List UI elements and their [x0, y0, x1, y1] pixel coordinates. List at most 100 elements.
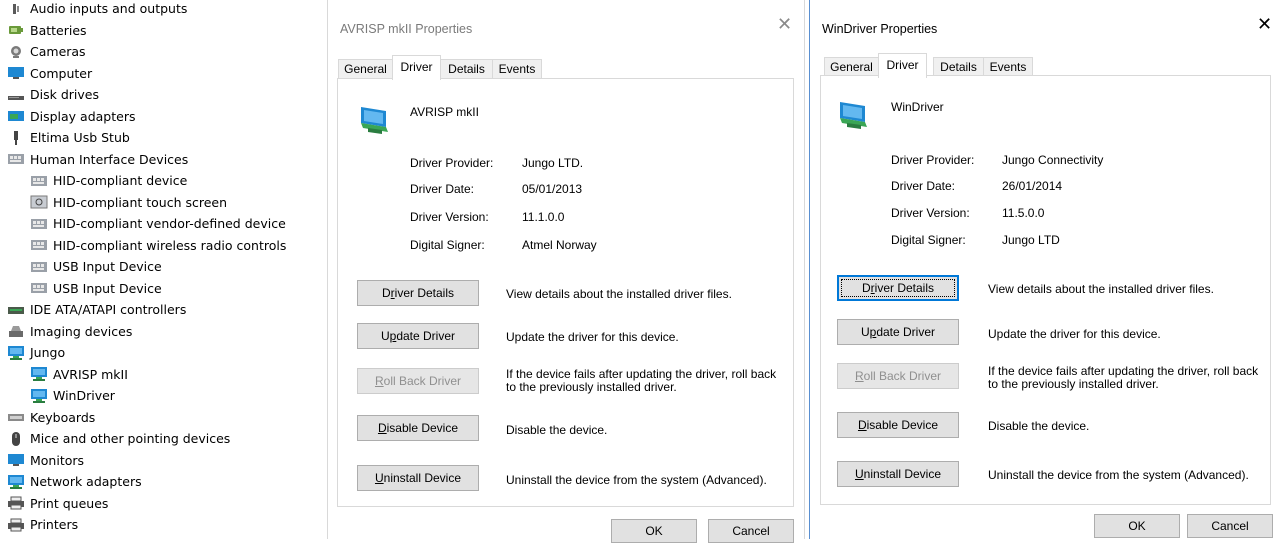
- driver-provider-value: Jungo LTD.: [522, 156, 584, 170]
- tree-item[interactable]: Printers: [7, 514, 78, 535]
- tree-item-label: IDE ATA/ATAPI controllers: [30, 302, 187, 317]
- tree-item[interactable]: AVRISP mkII: [30, 364, 128, 385]
- driver-version-value: 11.5.0.0: [1002, 206, 1045, 220]
- tab-driver[interactable]: Driver: [392, 55, 441, 80]
- tree-item-label: Network adapters: [30, 474, 142, 489]
- driver-provider-label: Driver Provider:: [410, 156, 494, 170]
- usb-plug-icon: [7, 130, 25, 146]
- tree-item[interactable]: USB Input Device: [30, 278, 162, 299]
- tree-item[interactable]: Eltima Usb Stub: [7, 127, 130, 148]
- tree-item[interactable]: Display adapters: [7, 106, 135, 127]
- speaker-icon: [7, 1, 25, 17]
- network-device-icon: [358, 101, 394, 137]
- cancel-button[interactable]: Cancel: [1187, 514, 1273, 538]
- tree-item-label: USB Input Device: [53, 259, 162, 274]
- tree-item[interactable]: HID-compliant device: [30, 170, 187, 191]
- tree-item-label: AVRISP mkII: [53, 366, 128, 382]
- cancel-button[interactable]: Cancel: [708, 519, 794, 543]
- disable-device-description: Disable the device.: [988, 419, 1090, 433]
- network-device-icon: [837, 96, 873, 132]
- touch-screen-icon: [30, 194, 48, 210]
- tree-item[interactable]: Computer: [7, 63, 92, 84]
- tab-general[interactable]: General: [338, 59, 393, 79]
- tree-item[interactable]: Network adapters: [7, 471, 142, 492]
- tree-item[interactable]: IDE ATA/ATAPI controllers: [7, 299, 186, 320]
- tree-item[interactable]: Batteries: [7, 20, 87, 41]
- driver-version-value: 11.1.0.0: [522, 210, 565, 224]
- battery-icon: [7, 22, 25, 38]
- tree-item-label: Cameras: [30, 44, 86, 59]
- hid-icon: [30, 173, 48, 189]
- windriver-properties-dialog: WinDriver Properties ✕ General Driver De…: [809, 0, 1282, 539]
- update-driver-button[interactable]: Update Driver: [837, 319, 959, 345]
- tree-item-label: WinDriver: [53, 388, 115, 403]
- network-device-icon: [30, 366, 48, 382]
- hid-icon: [7, 151, 25, 167]
- tree-item-label: Imaging devices: [30, 323, 133, 339]
- tree-item[interactable]: Monitors: [7, 450, 84, 471]
- mouse-icon: [7, 431, 25, 447]
- tree-item[interactable]: Jungo: [7, 342, 65, 363]
- uninstall-device-description: Uninstall the device from the system (Ad…: [988, 468, 1249, 482]
- mnemonic-letter: R: [374, 374, 384, 388]
- driver-details-button[interactable]: Driver Details: [837, 275, 959, 301]
- ide-controller-icon: [7, 302, 25, 318]
- close-icon[interactable]: ✕: [777, 16, 792, 34]
- hid-icon: [30, 259, 48, 275]
- tree-item[interactable]: Human Interface Devices: [7, 149, 188, 170]
- device-name: WinDriver: [891, 100, 944, 114]
- driver-provider-label: Driver Provider:: [891, 153, 975, 167]
- mnemonic-letter: r: [870, 281, 875, 295]
- tab-events[interactable]: Events: [983, 57, 1033, 77]
- tree-item[interactable]: Imaging devices: [7, 321, 132, 342]
- driver-version-label: Driver Version:: [891, 206, 970, 220]
- tree-item[interactable]: Print queues: [7, 493, 108, 514]
- update-driver-button[interactable]: Update Driver: [357, 323, 479, 349]
- mnemonic-letter: D: [857, 418, 867, 432]
- ok-button[interactable]: OK: [611, 519, 697, 543]
- tab-details[interactable]: Details: [440, 59, 493, 79]
- ok-button[interactable]: OK: [1094, 514, 1180, 538]
- roll-back-driver-button[interactable]: Roll Back Driver: [357, 368, 479, 394]
- tree-item[interactable]: Keyboards: [7, 407, 95, 428]
- avrisp-properties-dialog: AVRISP mkII Properties ✕ General Driver …: [327, 0, 805, 543]
- tree-item[interactable]: Audio inputs and outputs: [7, 0, 187, 19]
- tree-item[interactable]: USB Input Device: [30, 256, 162, 277]
- roll-back-driver-button[interactable]: Roll Back Driver: [837, 363, 959, 389]
- uninstall-device-button[interactable]: Uninstall Device: [357, 465, 479, 491]
- driver-date-value: 26/01/2014: [1002, 179, 1063, 193]
- tree-item-label: HID-compliant wireless radio controls: [53, 237, 287, 253]
- tree-item-label: Audio inputs and outputs: [30, 1, 188, 16]
- tree-item[interactable]: HID-compliant wireless radio controls: [30, 235, 286, 256]
- close-icon[interactable]: ✕: [1257, 16, 1272, 34]
- tab-events[interactable]: Events: [492, 59, 542, 79]
- tree-item[interactable]: Mice and other pointing devices: [7, 428, 230, 449]
- tree-item[interactable]: HID-compliant vendor-defined device: [30, 213, 286, 234]
- network-device-icon: [30, 388, 48, 404]
- digital-signer-label: Digital Signer:: [891, 233, 966, 247]
- tree-item[interactable]: Cameras: [7, 41, 86, 62]
- mnemonic-letter: r: [390, 286, 395, 300]
- driver-details-button[interactable]: Driver Details: [357, 280, 479, 306]
- tab-driver[interactable]: Driver: [878, 53, 927, 78]
- mnemonic-letter: R: [854, 369, 864, 383]
- disable-device-button[interactable]: Disable Device: [837, 412, 959, 438]
- printer-icon: [7, 517, 25, 533]
- imaging-device-icon: [7, 323, 25, 339]
- tab-general[interactable]: General: [824, 57, 879, 77]
- title-bar: AVRISP mkII Properties ✕: [328, 0, 804, 40]
- keyboard-icon: [7, 409, 25, 425]
- tree-item-label: Jungo: [30, 345, 66, 360]
- camera-icon: [7, 44, 25, 60]
- driver-date-value: 05/01/2013: [522, 182, 583, 196]
- tab-details[interactable]: Details: [933, 57, 984, 77]
- tree-item[interactable]: WinDriver: [30, 385, 115, 406]
- tree-item[interactable]: Disk drives: [7, 84, 99, 105]
- tree-item-label: HID-compliant vendor-defined device: [53, 216, 286, 231]
- tree-item-label: Keyboards: [30, 409, 96, 425]
- uninstall-device-button[interactable]: Uninstall Device: [837, 461, 959, 487]
- tree-item-label: Mice and other pointing devices: [30, 431, 231, 446]
- disable-device-button[interactable]: Disable Device: [357, 415, 479, 441]
- tree-item[interactable]: HID-compliant touch screen: [30, 192, 227, 213]
- digital-signer-value: Atmel Norway: [522, 238, 597, 252]
